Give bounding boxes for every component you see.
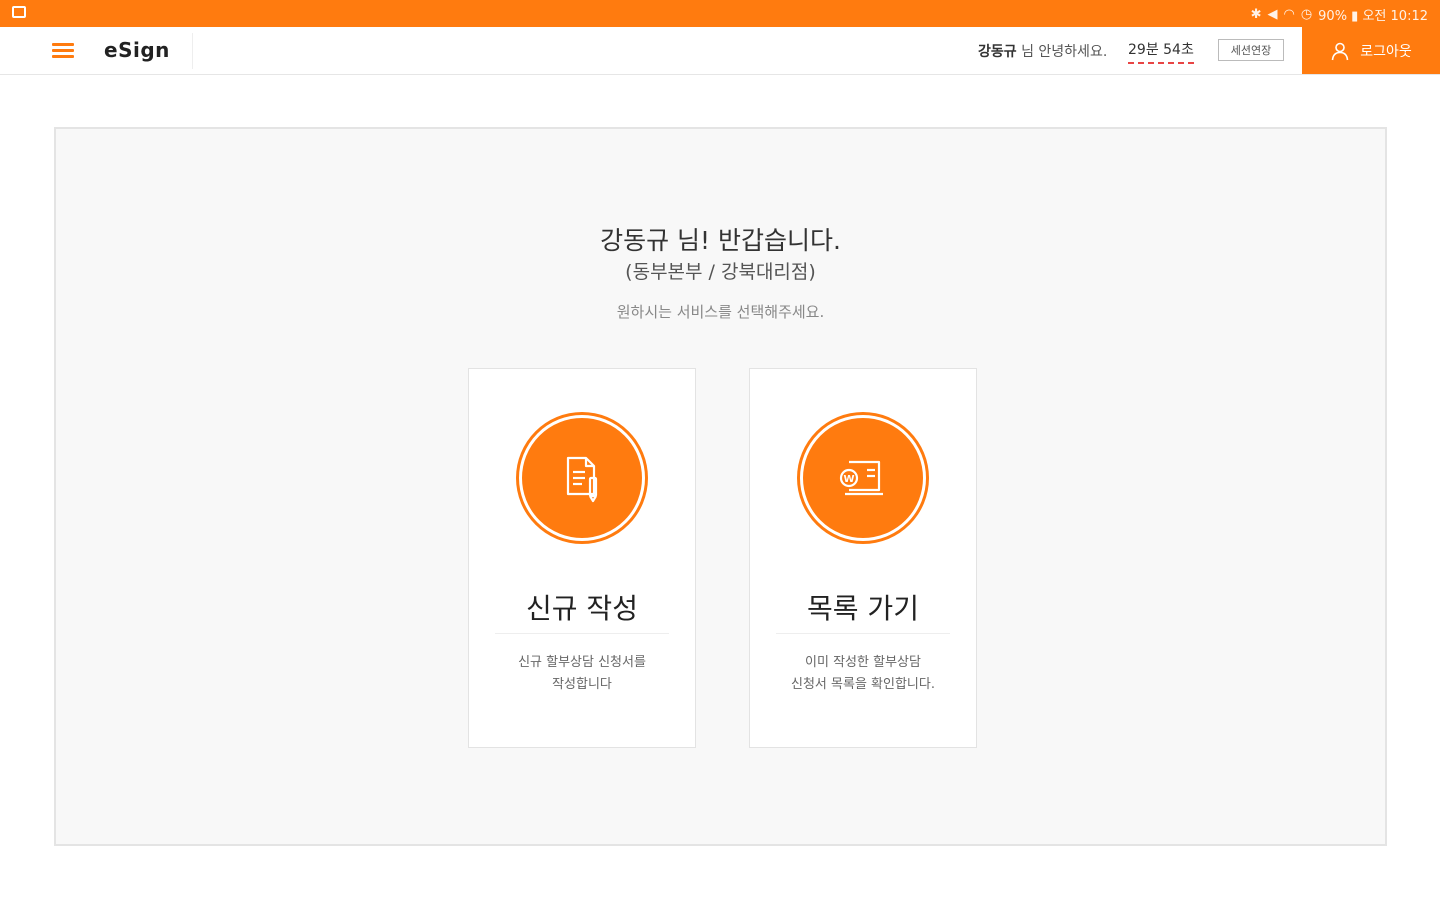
- description-line: 신규 할부상담 신청서를: [518, 655, 646, 670]
- welcome-subtitle: (동부본부 / 강북대리점): [625, 261, 816, 283]
- bluetooth-icon: ✱: [1250, 7, 1262, 22]
- user-icon: [1331, 42, 1349, 60]
- svg-text:W: W: [843, 474, 854, 485]
- logout-button[interactable]: 로그아웃: [1302, 27, 1440, 74]
- description-line: 이미 작성한 할부상담: [805, 655, 921, 670]
- header-divider: [192, 33, 193, 69]
- payment-list-icon: W: [839, 460, 883, 496]
- extend-session-button[interactable]: 세션연장: [1218, 39, 1284, 61]
- status-text: 90% ▮ 오전 10:12: [1318, 9, 1428, 24]
- main-panel: 강동규 님! 반갑습니다. (동부본부 / 강북대리점) 원하시는 서비스를 선…: [54, 127, 1387, 846]
- new-application-card[interactable]: 신규 작성 신규 할부상담 신청서를 작성합니다: [468, 368, 696, 748]
- card-divider: [495, 633, 669, 634]
- session-timer: 29분 54초: [1128, 39, 1194, 64]
- hamburger-menu-icon[interactable]: [52, 41, 74, 59]
- volume-mute-icon: ◀: [1267, 7, 1278, 22]
- new-application-description: 신규 할부상담 신청서를 작성합니다: [479, 652, 685, 696]
- status-bar: ✱ ◀ ◠ ◷ 90% ▮ 오전 10:12: [0, 0, 1440, 27]
- description-line: 작성합니다: [552, 677, 612, 692]
- status-bar-right: ✱ ◀ ◠ ◷ 90% ▮ 오전 10:12: [1251, 5, 1428, 24]
- wifi-icon: ◠: [1283, 7, 1295, 22]
- list-icon-circle: W: [800, 415, 926, 541]
- user-greeting: 강동규 님 안녕하세요.: [978, 41, 1107, 61]
- application-list-card[interactable]: W 목록 가기 이미 작성한 할부상담 신청서 목록을 확인합니다.: [749, 368, 977, 748]
- new-application-title: 신규 작성: [526, 592, 638, 625]
- brand-logo: eSign: [104, 38, 170, 62]
- gallery-icon: [12, 6, 26, 18]
- user-name: 강동규: [978, 44, 1017, 60]
- card-divider: [776, 633, 950, 634]
- welcome-title: 강동규 님! 반갑습니다.: [600, 226, 841, 255]
- new-document-icon-circle: [519, 415, 645, 541]
- description-line: 신청서 목록을 확인합니다.: [791, 677, 935, 692]
- alarm-icon: ◷: [1300, 7, 1313, 22]
- service-prompt: 원하시는 서비스를 선택해주세요.: [616, 303, 825, 321]
- timer-underline: [1128, 62, 1194, 64]
- application-list-title: 목록 가기: [807, 592, 919, 625]
- application-list-description: 이미 작성한 할부상담 신청서 목록을 확인합니다.: [760, 652, 966, 696]
- greeting-suffix: 님 안녕하세요.: [1016, 44, 1108, 60]
- session-timer-value: 29분 54초: [1128, 42, 1194, 58]
- logout-label: 로그아웃: [1360, 43, 1412, 60]
- app-header: eSign 강동규 님 안녕하세요. 29분 54초 세션연장 로그아웃: [0, 27, 1440, 75]
- new-document-icon: [566, 456, 598, 503]
